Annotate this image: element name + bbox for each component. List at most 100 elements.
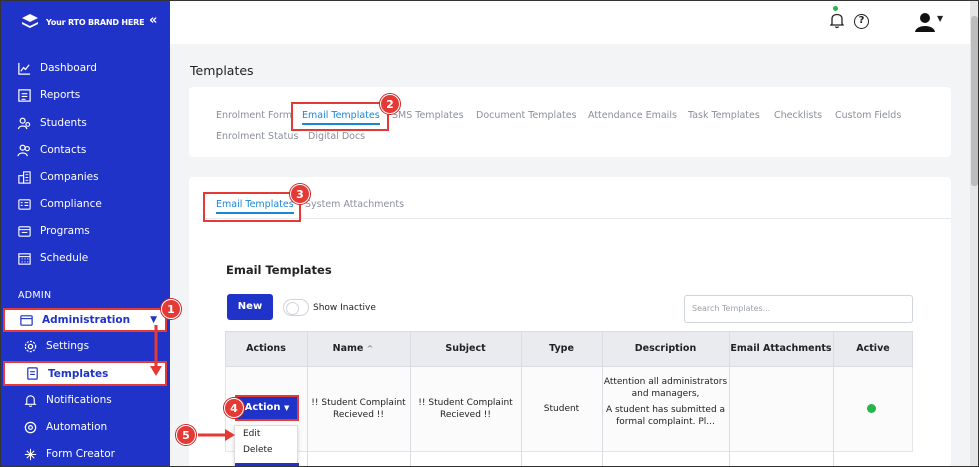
tab-checklists[interactable]: Checklists	[774, 110, 822, 121]
calendar-icon	[18, 252, 31, 265]
chevron-down-icon: ▼	[150, 315, 157, 325]
report-icon	[18, 88, 31, 102]
column-header-description: Description	[634, 343, 697, 354]
column-header-email-attachments: Email Attachments	[730, 343, 832, 354]
tab-custom-fields[interactable]: Custom Fields	[835, 110, 901, 121]
tab-enrolment-status[interactable]: Enrolment Status	[216, 131, 298, 142]
column-header-type: Type	[549, 343, 574, 354]
tab-sms-templates[interactable]: SMS Templates	[392, 110, 464, 121]
new-template-button[interactable]: New	[227, 294, 273, 320]
callout-badge-3: 3	[290, 184, 310, 204]
collapse-sidebar-icon[interactable]: «	[149, 13, 157, 28]
template-doc-icon	[27, 367, 38, 380]
tab-enrolment-form[interactable]: Enrolment Form	[216, 110, 292, 121]
sort-asc-icon[interactable]: ^	[367, 344, 374, 353]
menu-item-delete[interactable]: Delete	[235, 442, 297, 458]
sidebar-item-companies[interactable]: Companies	[17, 168, 99, 186]
cell-description-line3: A student has submitted a	[605, 405, 726, 415]
tab-document-templates[interactable]: Document Templates	[476, 110, 577, 121]
action-dropdown-button[interactable]: Action ▼	[235, 395, 299, 421]
caret-down-icon[interactable]: ▼	[937, 14, 943, 23]
sidebar-item-label: Schedule	[40, 252, 89, 264]
column-header-actions: Actions	[246, 343, 286, 354]
sidebar-item-dashboard[interactable]: Dashboard	[17, 59, 97, 77]
sidebar-item-label: Reports	[40, 89, 81, 101]
sidebar-item-label: Contacts	[40, 144, 87, 156]
sidebar-item-notifications[interactable]: Notifications	[23, 391, 112, 409]
sidebar-item-administration[interactable]: Administration ▼	[3, 308, 167, 332]
sidebar-item-label: Companies	[40, 171, 99, 183]
menu-item-edit[interactable]: Edit	[235, 426, 297, 442]
sidebar-item-form-creator[interactable]: Form Creator	[23, 445, 115, 463]
help-icon[interactable]: ?	[854, 14, 869, 29]
sidebar-item-label: Form Creator	[46, 448, 115, 460]
callout-badge-1: 1	[161, 299, 181, 319]
cell-description: Attention all administrators and manager…	[602, 376, 729, 428]
building-icon	[18, 170, 31, 184]
notification-bell-icon[interactable]	[830, 11, 844, 29]
bell-icon	[24, 394, 37, 407]
brand-name: Your RTO BRAND HERE	[46, 17, 145, 27]
sidebar-item-label: Programs	[40, 225, 90, 237]
cell-description-line2: and managers,	[631, 389, 700, 399]
brand[interactable]: Your RTO BRAND HERE	[20, 12, 145, 32]
cell-subject-line1: !! Student Complaint	[418, 398, 513, 408]
user-avatar-icon[interactable]	[914, 11, 936, 33]
tab-digital-docs[interactable]: Digital Docs	[308, 131, 365, 142]
show-inactive-toggle[interactable]	[283, 299, 309, 316]
sidebar-item-programs[interactable]: Programs	[17, 222, 90, 240]
section-title: Email Templates	[226, 263, 332, 277]
sidebar-item-students[interactable]: Students	[17, 114, 87, 132]
sidebar-item-label: Templates	[48, 367, 109, 380]
sidebar-item-label: Administration	[42, 314, 131, 326]
sidebar-item-label: Compliance	[40, 198, 102, 210]
cell-name: !! Student Complaint Recieved !!	[307, 397, 410, 421]
column-header-active: Active	[856, 343, 890, 354]
column-header-subject: Subject	[445, 343, 486, 354]
cell-description-line1: Attention all administrators	[603, 377, 728, 387]
automation-icon	[24, 421, 37, 433]
sidebar-item-label: Automation	[46, 421, 108, 433]
cell-subject: !! Student Complaint Recieved !!	[410, 397, 521, 421]
highlight-email-templates-tab	[291, 102, 389, 131]
column-header-name-label: Name	[332, 343, 364, 354]
sidebar-item-label: Dashboard	[40, 62, 97, 74]
tab-attendance-emails[interactable]: Attendance Emails	[588, 110, 677, 121]
active-check-icon	[867, 404, 876, 413]
page-title: Templates	[190, 63, 254, 78]
sidebar-item-label: Settings	[46, 340, 90, 352]
cell-name-line2: Recieved !!	[332, 410, 385, 420]
scrollbar-thumb[interactable]	[971, 16, 978, 186]
sidebar-item-schedule[interactable]: Schedule	[17, 249, 88, 267]
sidebar-item-settings[interactable]: Settings	[23, 337, 89, 355]
callout-badge-5: 5	[176, 425, 196, 445]
callout-badge-2: 2	[380, 94, 400, 114]
search-templates-input[interactable]: Search Templates...	[684, 295, 913, 323]
cell-subject-line2: Recieved !!	[439, 410, 492, 420]
brand-logo-icon	[22, 14, 38, 28]
column-header-name[interactable]: Name ^	[307, 343, 399, 354]
sidebar-item-compliance[interactable]: Compliance	[17, 195, 102, 213]
action-menu: Edit Delete	[234, 425, 299, 467]
sidebar-section-admin: ADMIN	[18, 290, 52, 301]
sidebar-item-contacts[interactable]: Contacts	[17, 141, 86, 159]
sidebar-item-automation[interactable]: Automation	[23, 418, 107, 436]
administration-icon	[20, 314, 33, 326]
sidebar-item-reports[interactable]: Reports	[17, 86, 80, 104]
sidebar-item-templates[interactable]: Templates	[3, 361, 167, 386]
tab-task-templates[interactable]: Task Templates	[688, 110, 760, 121]
sidebar-item-label: Students	[40, 117, 87, 129]
subtab-divider	[203, 218, 951, 219]
cell-description-line4: formal complaint. Pl...	[616, 417, 715, 427]
subtab-system-attachments[interactable]: System Attachments	[305, 199, 404, 210]
chart-line-icon	[18, 62, 31, 75]
topbar: ? ▼	[170, 0, 970, 44]
sidebar: Your RTO BRAND HERE « Dashboard Reports …	[0, 0, 170, 467]
contacts-icon	[17, 144, 30, 156]
form-creator-icon	[24, 448, 37, 460]
page-scrollbar[interactable]	[970, 0, 979, 467]
action-label: Action	[244, 402, 281, 413]
gear-icon	[24, 340, 37, 352]
sidebar-item-label: Notifications	[46, 394, 112, 406]
show-inactive-label: Show Inactive	[313, 303, 376, 313]
